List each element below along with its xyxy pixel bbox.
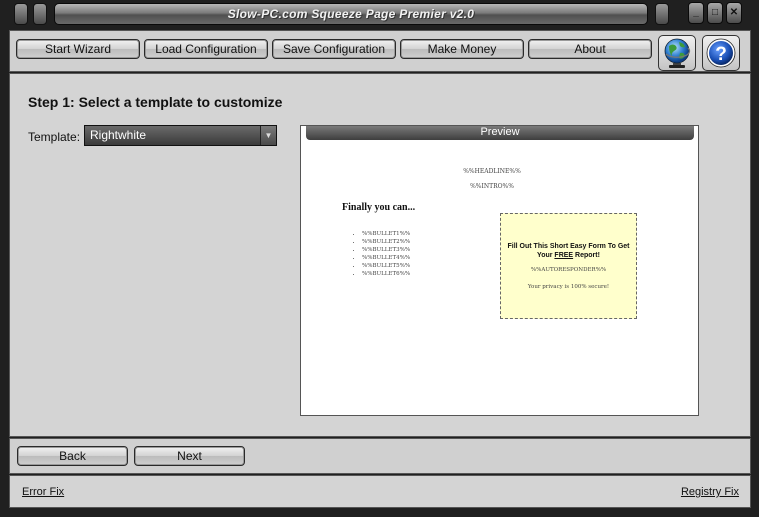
start-wizard-button[interactable]: Start Wizard xyxy=(16,39,140,59)
back-button[interactable]: Back xyxy=(17,446,128,466)
preview-pane: Preview %%HEADLINE%% %%INTRO%% Finally y… xyxy=(300,125,699,416)
footer: Error Fix Registry Fix xyxy=(9,475,751,508)
preview-optin-box: Fill Out This Short Easy Form To Get You… xyxy=(500,213,637,319)
help-icon: ? xyxy=(706,38,736,68)
minimize-button[interactable]: _ xyxy=(688,2,704,24)
app-window: Slow-PC.com Squeeze Page Premier v2.0 _ … xyxy=(0,0,759,517)
globe-icon xyxy=(664,38,691,68)
optin-autoresponder: %%AUTORESPONDER%% xyxy=(530,267,607,273)
main-panel: Step 1: Select a template to customize T… xyxy=(9,73,751,437)
list-item: %%BULLET2%% xyxy=(362,238,410,246)
optin-privacy: Your privacy is 100% secure! xyxy=(527,284,610,290)
make-money-button[interactable]: Make Money xyxy=(400,39,524,59)
registry-fix-link[interactable]: Registry Fix xyxy=(681,486,739,498)
preview-header: Preview xyxy=(306,126,694,140)
toolbar: Start Wizard Load Configuration Save Con… xyxy=(9,30,751,72)
load-configuration-button[interactable]: Load Configuration xyxy=(144,39,268,59)
list-item: %%BULLET1%% xyxy=(362,230,410,238)
titlebar-cap-left-2 xyxy=(33,3,47,25)
title-bar[interactable]: Slow-PC.com Squeeze Page Premier v2.0 xyxy=(54,3,648,25)
close-icon: ✕ xyxy=(729,7,739,18)
template-select[interactable]: Rightwhite ▼ xyxy=(84,125,277,146)
optin-title: Fill Out This Short Easy Form To Get You… xyxy=(505,242,632,260)
titlebar-cap-right xyxy=(655,3,669,25)
close-button[interactable]: ✕ xyxy=(726,2,742,24)
titlebar-cap-left xyxy=(14,3,28,25)
restore-icon: □ xyxy=(711,7,719,18)
preview-heading: Finally you can... xyxy=(342,202,416,213)
list-item: %%BULLET4%% xyxy=(362,254,410,262)
chevron-down-icon[interactable]: ▼ xyxy=(260,126,276,145)
list-item: %%BULLET3%% xyxy=(362,246,410,254)
error-fix-link[interactable]: Error Fix xyxy=(22,486,64,498)
template-select-value: Rightwhite xyxy=(90,128,147,142)
list-item: %%BULLET6%% xyxy=(362,270,410,278)
help-glyph: ? xyxy=(715,44,727,65)
preview-intro: %%INTRO%% xyxy=(470,183,514,190)
restore-button[interactable]: □ xyxy=(707,2,723,24)
wizard-nav: Back Next xyxy=(9,438,751,474)
website-button[interactable] xyxy=(658,35,696,71)
optin-title-free: FREE xyxy=(554,252,574,259)
optin-title-post: Report! xyxy=(573,252,600,259)
list-item: %%BULLET5%% xyxy=(362,262,410,270)
save-configuration-button[interactable]: Save Configuration xyxy=(272,39,396,59)
help-button[interactable]: ? xyxy=(702,35,740,71)
window-title: Slow-PC.com Squeeze Page Premier v2.0 xyxy=(227,7,475,21)
step-title: Step 1: Select a template to customize xyxy=(28,94,283,110)
preview-headline: %%HEADLINE%% xyxy=(463,168,521,175)
next-button[interactable]: Next xyxy=(134,446,245,466)
preview-bullet-list: %%BULLET1%% %%BULLET2%% %%BULLET3%% %%BU… xyxy=(356,230,410,278)
about-button[interactable]: About xyxy=(528,39,652,59)
minimize-icon: _ xyxy=(693,7,699,18)
template-label: Template: xyxy=(28,130,81,144)
